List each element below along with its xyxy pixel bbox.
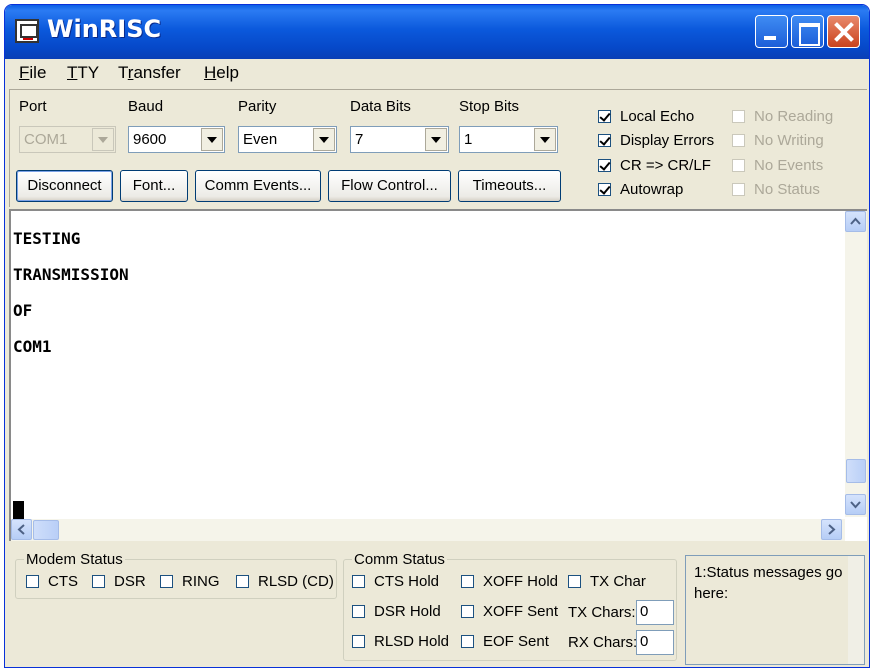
horizontal-scrollbar[interactable] (11, 519, 845, 541)
baud-select[interactable]: 9600 (128, 126, 225, 153)
vertical-scrollbar[interactable] (845, 211, 867, 517)
menu-bar: File TTY Transfer Help (5, 59, 869, 87)
menu-transfer[interactable]: Transfer (118, 63, 181, 83)
rx-chars-field[interactable]: 0 (636, 630, 674, 655)
comm-events-button[interactable]: Comm Events... (195, 170, 321, 202)
text-cursor (13, 501, 24, 519)
port-select[interactable]: COM1 (19, 126, 116, 153)
minimize-button[interactable] (755, 15, 788, 48)
flow-control-button[interactable]: Flow Control... (328, 170, 451, 202)
terminal-line: TESTING (13, 229, 81, 248)
menu-tty[interactable]: TTY (67, 63, 99, 83)
scroll-down-button[interactable] (845, 494, 866, 515)
title-bar[interactable]: WinRISC (5, 5, 869, 59)
timeouts-button[interactable]: Timeouts... (458, 170, 561, 202)
tx-chars-field[interactable]: 0 (636, 600, 674, 625)
scroll-left-button[interactable] (11, 519, 32, 540)
terminal-line: OF (13, 301, 33, 320)
menu-file[interactable]: File (19, 63, 46, 83)
maximize-button[interactable] (791, 15, 824, 48)
chevron-down-icon (850, 501, 861, 509)
horizontal-scroll-thumb[interactable] (33, 520, 59, 540)
status-area: Modem Status CTS DSR RING RLSD (CD) Comm… (9, 543, 867, 667)
chevron-down-icon (534, 128, 556, 151)
stop-bits-select[interactable]: 1 (459, 126, 558, 153)
port-label: Port (19, 98, 47, 115)
terminal-line: TRANSMISSION (13, 265, 129, 284)
scroll-right-button[interactable] (821, 519, 842, 540)
message-scrollbar[interactable] (848, 556, 864, 664)
chevron-up-icon (850, 217, 861, 225)
disconnect-button[interactable]: Disconnect (16, 170, 113, 202)
stop-bits-label: Stop Bits (459, 98, 520, 115)
menu-help[interactable]: Help (204, 63, 239, 83)
status-message-text: 1:Status messages go here: (694, 564, 843, 602)
chevron-down-icon (313, 128, 335, 151)
modem-status-group: Modem Status CTS DSR RING RLSD (CD) (15, 551, 337, 599)
chevron-left-icon (17, 524, 25, 535)
settings-panel: Port Baud Parity Data Bits Stop Bits COM… (9, 89, 867, 207)
chevron-down-icon (201, 128, 223, 151)
terminal-line: COM1 (13, 337, 52, 356)
parity-select[interactable]: Even (238, 126, 337, 153)
window-title: WinRISC (47, 15, 162, 43)
font-button[interactable]: Font... (120, 170, 188, 202)
terminal-output[interactable]: TESTING TRANSMISSION OF COM1 (9, 209, 867, 541)
data-bits-select[interactable]: 7 (350, 126, 449, 153)
baud-label: Baud (128, 98, 164, 115)
scroll-up-button[interactable] (845, 211, 866, 232)
data-bits-label: Data Bits (350, 98, 411, 115)
close-button[interactable] (827, 15, 860, 48)
vertical-scroll-thumb[interactable] (846, 459, 866, 483)
chevron-down-icon (92, 128, 114, 151)
tx-chars-label: TX Chars: (568, 604, 636, 621)
rx-chars-label: RX Chars: (568, 634, 638, 651)
comm-status-group: Comm Status CTS Hold DSR Hold RLSD Hold … (343, 551, 677, 661)
parity-label: Parity (238, 98, 277, 115)
main-window: WinRISC File TTY Transfer Help Port Baud… (4, 4, 870, 668)
chevron-down-icon (425, 128, 447, 151)
app-icon[interactable] (15, 19, 39, 43)
chevron-right-icon (828, 524, 836, 535)
status-message-box[interactable]: 1:Status messages go here: (685, 555, 865, 665)
